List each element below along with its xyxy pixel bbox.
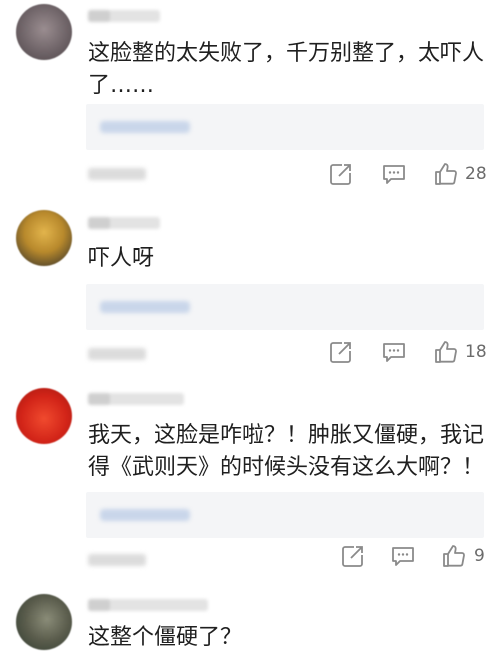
share-icon[interactable] <box>339 542 367 570</box>
comment-text: 这整个僵硬了？ <box>88 625 243 650</box>
username-blurred[interactable] <box>88 217 160 229</box>
share-icon[interactable] <box>327 338 355 366</box>
timestamp-blurred <box>88 168 146 180</box>
reply-preview-blurred-text <box>100 509 190 521</box>
timestamp-blurred <box>88 554 146 566</box>
comment-icon[interactable] <box>380 160 408 188</box>
like-count: 18 <box>465 342 487 362</box>
avatar[interactable] <box>16 210 72 266</box>
reply-preview[interactable] <box>86 284 484 330</box>
comment-text: 吓人呀 <box>88 246 155 271</box>
thumbs-up-icon[interactable] <box>440 542 468 570</box>
reply-preview[interactable] <box>86 104 484 150</box>
share-icon[interactable] <box>327 160 355 188</box>
reply-preview[interactable] <box>86 492 484 538</box>
comment-icon[interactable] <box>389 542 417 570</box>
reply-preview-blurred-text <box>100 301 190 313</box>
thumbs-up-icon[interactable] <box>432 160 460 188</box>
like-count: 28 <box>465 164 487 184</box>
username-blurred[interactable] <box>88 10 160 22</box>
avatar[interactable] <box>16 594 72 650</box>
avatar[interactable] <box>16 4 72 60</box>
thumbs-up-icon[interactable] <box>432 338 460 366</box>
reply-preview-blurred-text <box>100 121 190 133</box>
comment-text: 这脸整的太失败了，千万别整了，太吓人了…… <box>88 41 485 98</box>
comment-icon[interactable] <box>380 338 408 366</box>
timestamp-blurred <box>88 348 146 360</box>
comment-text: 我天，这脸是咋啦？！肿胀又僵硬，我记得《武则天》的时候头没有这么大啊？！ <box>88 423 485 480</box>
username-blurred[interactable] <box>88 599 208 611</box>
username-blurred[interactable] <box>88 393 184 405</box>
like-count: 9 <box>474 546 485 566</box>
avatar[interactable] <box>16 388 72 444</box>
